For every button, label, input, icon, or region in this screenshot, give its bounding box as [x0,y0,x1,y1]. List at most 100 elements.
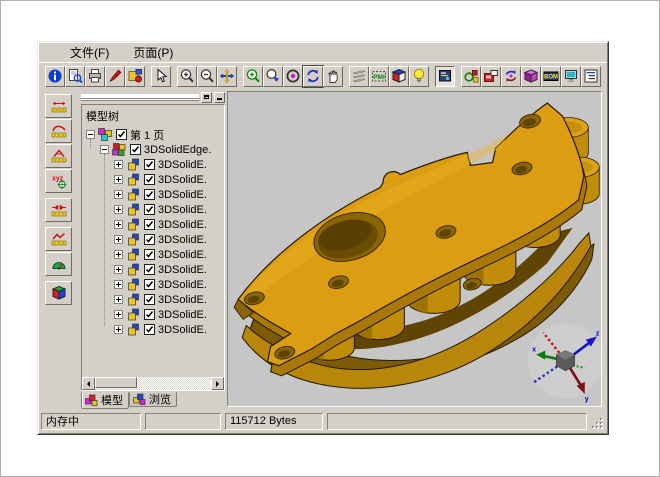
rotate-target-icon [285,68,301,84]
whiteboard-button[interactable] [435,66,455,87]
expand-icon[interactable] [114,175,123,184]
expand-icon[interactable] [114,265,123,274]
expand-icon[interactable] [114,190,123,199]
tree-item-checkbox[interactable] [144,234,155,245]
menu-item-file[interactable]: 文件(F) [63,43,116,62]
viewport-3d[interactable]: z x y [227,91,602,407]
panel-dock-header[interactable] [79,91,227,103]
view-mode-button[interactable] [389,66,409,87]
rotate-arrows-button[interactable] [501,66,521,87]
tree-horizontal-scrollbar[interactable] [82,377,224,390]
tree-item-checkbox[interactable] [144,174,155,185]
panel-maximize-button[interactable] [201,92,212,103]
svg-text:BOM: BOM [544,75,558,81]
dock-gripper[interactable] [81,94,199,101]
expand-icon[interactable] [114,160,123,169]
zoom-out-icon [199,68,215,84]
tab-browse[interactable]: 浏览 [129,392,177,407]
select-button[interactable] [151,66,171,87]
report-button[interactable] [561,66,581,87]
expand-icon[interactable] [114,235,123,244]
tree-item-checkbox[interactable] [144,324,155,335]
measure-distance-icon [51,98,67,114]
page-cubes-icon [98,128,113,141]
tree-item-checkbox[interactable] [144,249,155,260]
rotate-target-button[interactable] [283,66,303,87]
update-gears-icon [463,68,479,84]
app-window-inner: 文件(F) 页面(P) [38,42,608,434]
expand-icon[interactable] [114,295,123,304]
move-axes-icon [219,68,235,84]
panel-hide-button[interactable] [214,92,225,103]
expand-icon[interactable] [114,325,123,334]
tree-item-checkbox[interactable] [144,309,155,320]
monitor-icon [563,68,579,84]
update-button[interactable] [461,66,481,87]
tree-rows: 第 1 页 3DSolidEdge. [82,127,224,377]
scroll-right-button[interactable] [211,377,224,390]
zoom-out-button[interactable] [197,66,217,87]
solid-cubes-icon [126,233,141,246]
tree-item-checkbox[interactable] [116,129,127,140]
spin-button[interactable] [303,66,323,87]
tree-item-page[interactable]: 第 1 页 [82,127,224,142]
expand-icon[interactable] [114,280,123,289]
zoom-in-button[interactable] [177,66,197,87]
scroll-left-button[interactable] [82,377,95,390]
solids-button[interactable] [521,66,541,87]
bom-button[interactable]: BOM [541,66,561,87]
svg-text:PMI: PMI [373,74,385,81]
measure-between-button[interactable] [45,198,72,222]
maximize-icon [204,95,209,99]
measure-curve-button[interactable] [45,119,72,143]
markup-button[interactable] [105,66,125,87]
tree-item-checkbox[interactable] [144,264,155,275]
measure-polyline-button[interactable] [45,227,72,251]
measure-angle-button[interactable] [45,144,72,168]
expand-icon[interactable] [114,205,123,214]
resize-grip[interactable] [591,417,604,430]
model-tab-icon [85,394,98,407]
measure-coordinate-button[interactable]: xyz [45,169,72,193]
expand-icon[interactable] [114,310,123,319]
tree-item-checkbox[interactable] [144,204,155,215]
measure-area-button[interactable] [45,252,72,276]
spin-rotate-icon [305,68,321,84]
model-tree-body: 模型树 第 1 页 [81,104,225,391]
zoom-dynamic-button[interactable] [263,66,283,87]
zoom-window-button[interactable] [243,66,263,87]
tree-item-checkbox[interactable] [144,279,155,290]
tree-item-checkbox[interactable] [144,159,155,170]
print-preview-button[interactable] [65,66,85,87]
section-lines-button[interactable] [349,66,369,87]
pmi-button[interactable]: PMI [369,66,389,87]
measure-coordinate-icon: xyz [51,173,67,189]
snapshot-button[interactable] [481,66,501,87]
expand-icon[interactable] [114,250,123,259]
measure-distance-button[interactable] [45,94,72,118]
print-preview-icon [67,68,83,84]
scrollbar-thumb[interactable] [95,377,137,388]
tab-model[interactable]: 模型 [81,392,129,409]
measure-volume-button[interactable] [45,281,72,305]
collapse-icon[interactable] [100,145,109,154]
tree-item-checkbox[interactable] [144,189,155,200]
menu-item-page[interactable]: 页面(P) [126,43,180,62]
print-button[interactable] [85,66,105,87]
tree-panel-tabs: 模型 浏览 [79,392,227,410]
structure-button[interactable] [581,66,601,87]
collapse-icon[interactable] [86,130,95,139]
tree-item-checkbox[interactable] [130,144,141,155]
info-button[interactable] [45,66,65,87]
tree-item-checkbox[interactable] [144,219,155,230]
pan-axes-button[interactable] [217,66,237,87]
expand-icon[interactable] [114,220,123,229]
zoom-window-icon [245,68,261,84]
status-field-2 [145,413,221,430]
measure-angle-icon [51,148,67,164]
light-button[interactable] [409,66,429,87]
tree-item-checkbox[interactable] [144,294,155,305]
pan-hand-button[interactable] [323,66,343,87]
scrollbar-track[interactable] [95,377,211,390]
stamp-button[interactable] [125,66,145,87]
